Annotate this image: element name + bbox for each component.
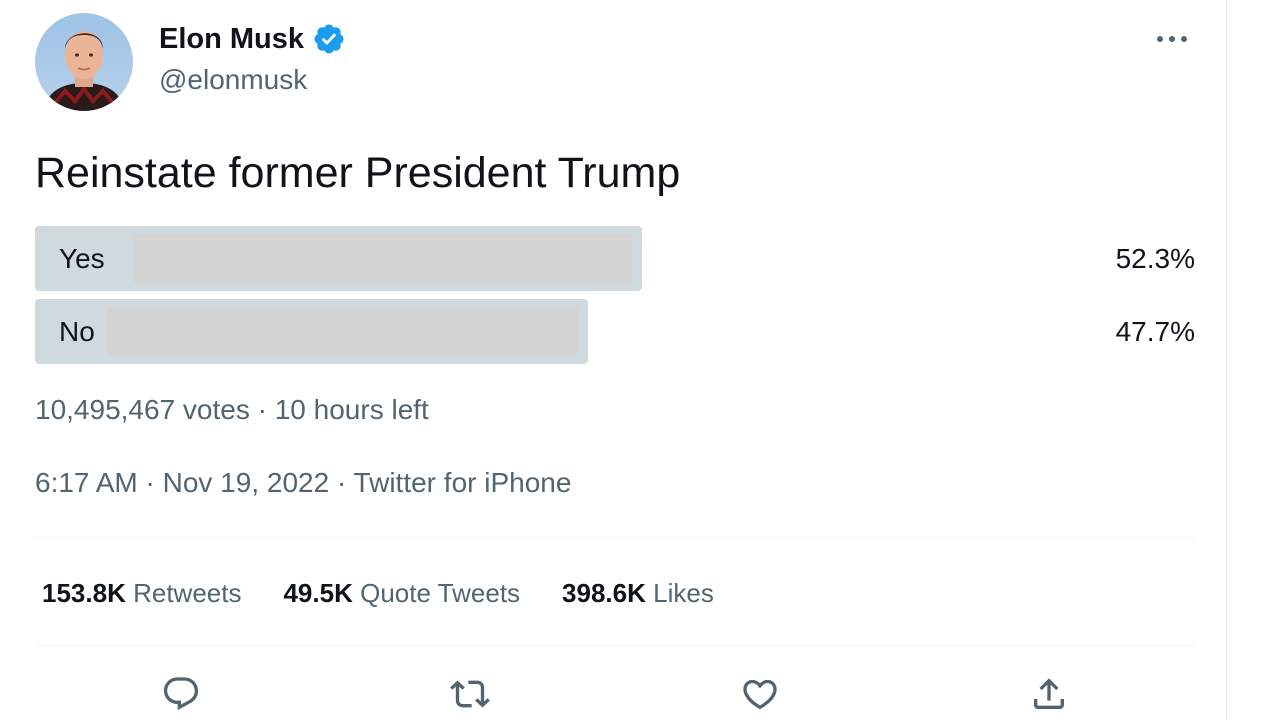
likes-stat[interactable]: 398.6K Likes bbox=[562, 573, 714, 613]
poll-option-percent: 47.7% bbox=[1115, 316, 1195, 347]
retweets-stat[interactable]: 153.8K Retweets bbox=[42, 573, 241, 613]
poll-redaction bbox=[107, 307, 578, 356]
retweets-label: Retweets bbox=[133, 578, 242, 608]
tweet-text: Reinstate former President Trump bbox=[35, 149, 681, 197]
retweet-button[interactable] bbox=[447, 671, 493, 717]
avatar[interactable] bbox=[35, 13, 133, 111]
retweets-count: 153.8K bbox=[42, 578, 126, 608]
quote-tweets-stat[interactable]: 49.5K Quote Tweets bbox=[283, 573, 520, 613]
tweet-timestamp[interactable]: 6:17 AM · Nov 19, 2022 · Twitter for iPh… bbox=[35, 463, 571, 503]
reply-button[interactable] bbox=[158, 671, 204, 717]
poll-option-label: No bbox=[59, 316, 95, 347]
likes-label: Likes bbox=[653, 578, 714, 608]
poll-option-no[interactable]: No 47.7% bbox=[35, 299, 1195, 364]
more-horizontal-icon bbox=[1157, 36, 1187, 42]
share-button[interactable] bbox=[1026, 671, 1072, 717]
more-options-button[interactable] bbox=[1152, 22, 1192, 56]
poll-summary: 10,495,467 votes · 10 hours left bbox=[35, 394, 429, 425]
heart-icon bbox=[743, 679, 777, 710]
divider bbox=[35, 645, 1195, 646]
author-name[interactable]: Elon Musk bbox=[159, 21, 346, 57]
engagement-stats: 153.8K Retweets 49.5K Quote Tweets 398.6… bbox=[42, 573, 714, 613]
poll-option-yes[interactable]: Yes 52.3% bbox=[35, 226, 1195, 291]
likes-count: 398.6K bbox=[562, 578, 646, 608]
divider bbox=[35, 537, 1195, 538]
quote-tweets-label: Quote Tweets bbox=[360, 578, 521, 608]
poll-option-percent: 52.3% bbox=[1115, 243, 1195, 274]
poll-redaction bbox=[133, 234, 632, 283]
quote-tweets-count: 49.5K bbox=[283, 578, 353, 608]
poll-option-label: Yes bbox=[59, 243, 105, 274]
author-handle[interactable]: @elonmusk bbox=[159, 62, 307, 98]
like-button[interactable] bbox=[737, 671, 783, 717]
reply-icon bbox=[163, 677, 199, 711]
tweet-card: Elon Musk @elonmusk Reinstate former Pre… bbox=[0, 0, 1227, 720]
share-icon bbox=[1034, 678, 1064, 709]
author-name-text: Elon Musk bbox=[159, 23, 305, 55]
avatar-image bbox=[35, 13, 133, 111]
retweet-icon bbox=[450, 680, 490, 708]
verified-badge-icon bbox=[312, 22, 346, 56]
